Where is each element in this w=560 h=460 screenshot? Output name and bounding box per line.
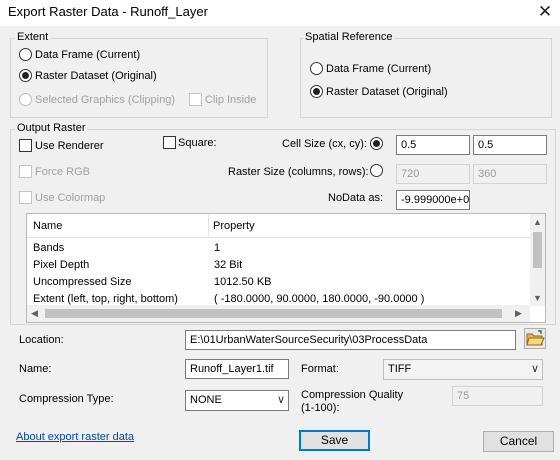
sr-data-frame-radio[interactable] <box>310 62 323 75</box>
scroll-left-arrow-icon[interactable]: ◀ <box>31 307 38 319</box>
raster-size-label: Raster Size (columns, rows): <box>228 166 369 178</box>
raster-properties-list[interactable]: Name Property Bands 1 Pixel Depth 32 Bit… <box>26 213 546 323</box>
sr-data-frame-label[interactable]: Data Frame (Current) <box>326 62 431 76</box>
columns-input[interactable]: 720 <box>396 164 470 184</box>
property-value: 1 <box>214 242 221 254</box>
compression-quality-label-line1: Compression Quality <box>301 389 404 401</box>
extent-group-label: Extent <box>15 31 51 43</box>
spatial-reference-label: Spatial Reference <box>303 31 395 43</box>
sr-raster-dataset-label[interactable]: Raster Dataset (Original) <box>326 85 448 99</box>
property-name: Uncompressed Size <box>33 276 132 288</box>
vertical-scrollbar[interactable]: ▲ ▼ <box>530 214 545 306</box>
compression-type-select[interactable]: NONE ∨ <box>185 390 289 411</box>
extent-raster-dataset-label[interactable]: Raster Dataset (Original) <box>35 69 157 83</box>
vertical-scroll-thumb[interactable] <box>533 232 542 268</box>
column-header-name[interactable]: Name <box>33 220 62 232</box>
compression-type-value: NONE <box>190 394 222 406</box>
save-button[interactable]: Save <box>299 430 370 451</box>
extent-raster-dataset-radio[interactable] <box>19 69 32 82</box>
extent-data-frame-radio[interactable] <box>19 48 32 61</box>
list-item[interactable]: Bands 1 <box>27 240 531 257</box>
property-value: 1012.50 KB <box>214 276 272 288</box>
property-value: 32 Bit <box>214 259 243 271</box>
window-title: Export Raster Data - Runoff_Layer <box>8 4 208 19</box>
extent-selected-graphics-label[interactable]: Selected Graphics (Clipping) <box>35 93 175 107</box>
raster-size-radio[interactable] <box>370 164 383 177</box>
location-input[interactable]: E:\01UrbanWaterSourceSecurity\03ProcessD… <box>185 330 516 350</box>
cell-size-x-input[interactable]: 0.5 <box>396 135 470 155</box>
folder-open-icon <box>526 330 545 346</box>
scroll-up-arrow-icon[interactable]: ▲ <box>533 216 542 228</box>
rows-input[interactable]: 360 <box>473 164 547 184</box>
spatial-reference-group <box>300 38 552 118</box>
column-header-property[interactable]: Property <box>213 220 255 232</box>
property-name: Extent (left, top, right, bottom) <box>33 293 178 305</box>
horizontal-scroll-thumb[interactable] <box>45 309 502 318</box>
name-input[interactable]: Runoff_Layer1.tif <box>185 359 289 379</box>
compression-quality-label-line2: (1-100): <box>301 402 340 414</box>
browse-location-button[interactable] <box>524 328 546 349</box>
compression-type-label: Compression Type: <box>19 393 114 405</box>
use-renderer-label[interactable]: Use Renderer <box>35 139 103 153</box>
list-item[interactable]: Pixel Depth 32 Bit <box>27 257 531 274</box>
use-colormap-checkbox[interactable] <box>19 191 32 204</box>
cell-size-label: Cell Size (cx, cy): <box>282 138 367 150</box>
property-name: Bands <box>33 242 65 254</box>
location-label: Location: <box>19 334 64 346</box>
square-checkbox[interactable] <box>163 136 176 149</box>
scroll-right-arrow-icon[interactable]: ▶ <box>515 307 522 319</box>
extent-selected-graphics-radio[interactable] <box>19 93 32 106</box>
sr-raster-dataset-radio[interactable] <box>310 85 323 98</box>
title-bar: Export Raster Data - Runoff_Layer ✕ <box>0 0 560 26</box>
nodata-label: NoData as: <box>328 192 384 204</box>
square-label[interactable]: Square: <box>178 136 217 150</box>
clip-inside-label[interactable]: Clip Inside <box>205 93 256 107</box>
nodata-input[interactable]: -9.999000e+0 <box>396 190 470 210</box>
list-item[interactable]: Uncompressed Size 1012.50 KB <box>27 274 531 291</box>
horizontal-scrollbar[interactable]: ◀ ▶ <box>27 305 530 322</box>
clip-inside-checkbox[interactable] <box>189 93 202 106</box>
list-header: Name Property <box>27 214 531 238</box>
about-export-raster-link[interactable]: About export raster data <box>16 431 134 443</box>
name-label: Name: <box>19 363 52 375</box>
property-name: Pixel Depth <box>33 259 90 271</box>
chevron-down-icon: ∨ <box>276 394 285 406</box>
force-rgb-label[interactable]: Force RGB <box>35 165 90 179</box>
cell-size-radio[interactable] <box>370 137 383 150</box>
cancel-button[interactable]: Cancel <box>483 431 554 452</box>
scroll-down-arrow-icon[interactable]: ▼ <box>533 292 542 304</box>
property-value: ( -180.0000, 90.0000, 180.0000, -90.0000… <box>214 293 425 305</box>
extent-data-frame-label[interactable]: Data Frame (Current) <box>35 48 140 62</box>
column-divider[interactable] <box>208 214 209 238</box>
use-renderer-checkbox[interactable] <box>19 139 32 152</box>
cell-size-y-input[interactable]: 0.5 <box>473 135 547 155</box>
format-label: Format: <box>301 363 339 375</box>
force-rgb-checkbox[interactable] <box>19 165 32 178</box>
close-icon[interactable]: ✕ <box>534 2 556 22</box>
compression-quality-input[interactable]: 75 <box>452 386 543 406</box>
output-raster-label: Output Raster <box>15 122 88 134</box>
chevron-down-icon: ∨ <box>530 363 539 375</box>
format-select[interactable]: TIFF ∨ <box>383 359 543 380</box>
use-colormap-label[interactable]: Use Colormap <box>35 191 105 205</box>
format-value: TIFF <box>388 363 412 375</box>
